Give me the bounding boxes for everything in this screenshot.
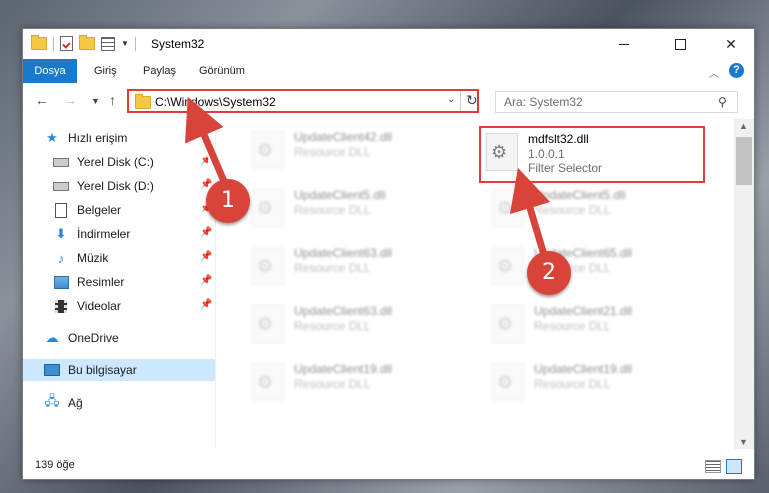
callout-arrow-1 [184, 96, 230, 188]
callout-arrows [184, 96, 551, 264]
callout-step-2: 2 [527, 251, 571, 295]
callout-arrow-2 [509, 167, 551, 260]
callout-step-1: 1 [206, 179, 250, 223]
